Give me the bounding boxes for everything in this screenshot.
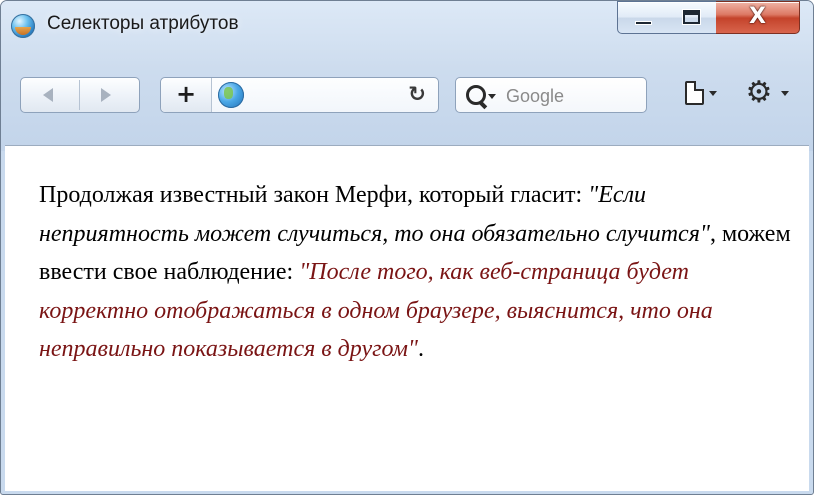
back-forward-group [20, 77, 140, 113]
add-bookmark-button[interactable]: + [161, 78, 212, 112]
maximize-icon [683, 10, 700, 24]
page-viewport: Продолжая известный закон Мерфи, который… [5, 145, 809, 491]
chevron-down-icon [709, 91, 717, 96]
browser-toolbar: + ↻ ⚙ [1, 63, 813, 143]
page-menu-button[interactable] [685, 81, 725, 111]
back-forward-divider [79, 80, 80, 110]
minimize-icon [635, 21, 652, 25]
address-input[interactable] [251, 82, 390, 108]
caption-buttons: X [617, 1, 801, 34]
search-engine-dropdown-icon[interactable] [488, 94, 496, 99]
browser-window: Селекторы атрибутов X + ↻ Google ⚙ Продо… [0, 0, 814, 495]
chevron-down-icon [781, 91, 789, 96]
page-paragraph: Продолжая известный закон Мерфи, который… [39, 176, 799, 369]
page-icon [685, 81, 704, 105]
paragraph-text: . [417, 336, 424, 362]
reload-icon[interactable]: ↻ [405, 81, 429, 107]
back-arrow-icon[interactable] [43, 88, 53, 102]
tools-menu-button[interactable]: ⚙ [743, 77, 799, 111]
close-button[interactable]: X [716, 1, 800, 34]
title-bar[interactable]: Селекторы атрибутов X [1, 1, 813, 63]
browser-globe-icon [11, 14, 35, 38]
search-input[interactable] [504, 83, 638, 109]
paragraph-text: Продолжая известный закон Мерфи, который… [39, 182, 589, 208]
address-bar: + ↻ [160, 77, 439, 113]
site-globe-icon [218, 82, 244, 108]
minimize-button[interactable] [617, 1, 670, 34]
search-bar [455, 77, 647, 113]
window-title: Селекторы атрибутов [47, 13, 239, 34]
maximize-button[interactable] [668, 1, 717, 34]
close-icon: X [749, 4, 766, 29]
gear-icon: ⚙ [745, 75, 773, 110]
search-icon[interactable] [466, 85, 486, 105]
forward-arrow-icon[interactable] [101, 88, 111, 102]
